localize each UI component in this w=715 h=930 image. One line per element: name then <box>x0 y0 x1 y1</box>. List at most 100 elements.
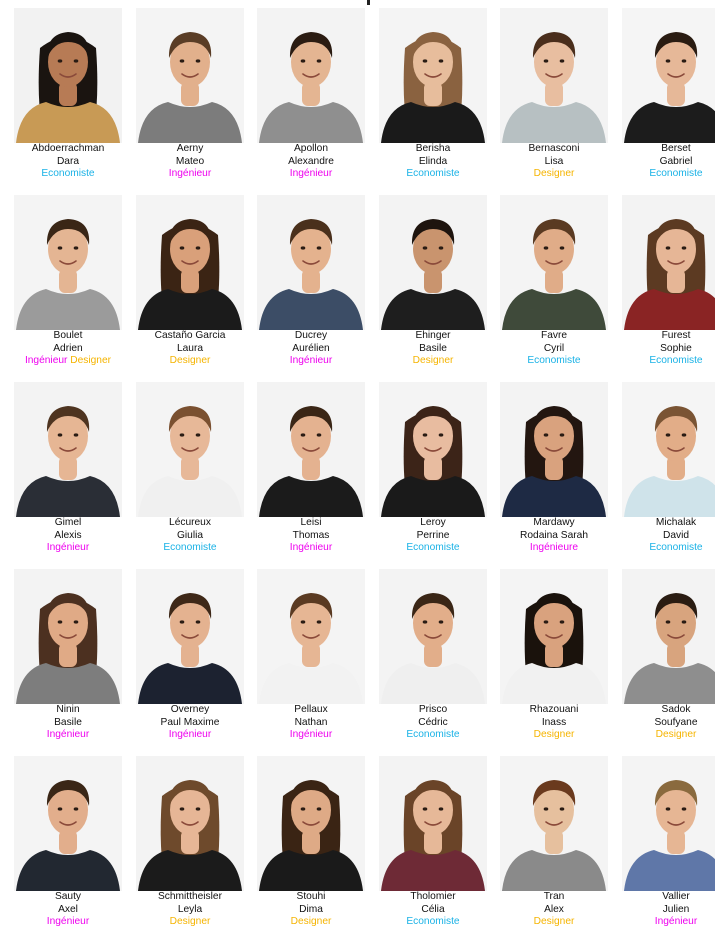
person-caption: Lécureux Giulia Economiste <box>128 517 252 555</box>
person-first-name: Basile <box>54 716 82 728</box>
role-label: Ingénieur <box>289 729 333 741</box>
person-photo <box>257 756 365 891</box>
person-roles: Ingénieur <box>6 542 130 555</box>
person-last-name: Gimel <box>54 517 82 528</box>
role-label: Ingénieur <box>46 916 90 928</box>
person-photo <box>500 756 608 891</box>
role-label: Ingénieur <box>289 542 333 554</box>
person-caption: Pellaux Nathan Ingénieur <box>249 704 373 742</box>
person-photo <box>379 195 487 330</box>
portrait-illustration <box>136 8 244 143</box>
role-label: Economiste <box>649 168 703 180</box>
role-label: Economiste <box>406 916 460 928</box>
role-label: Ingénieur <box>168 168 212 180</box>
role-label: Ingénieur <box>168 729 212 741</box>
person-roles: Ingénieur <box>128 729 252 742</box>
person-last-name: Boulet <box>53 330 83 341</box>
person-photo <box>500 569 608 704</box>
role-label: Economiste <box>163 542 217 554</box>
person-first-name: Alexandre <box>288 155 334 167</box>
role-label: Designer <box>169 916 211 928</box>
person-first-name: Rodaina Sarah <box>520 529 588 541</box>
person-caption: Castaño Garcia Laura Designer <box>128 330 252 368</box>
person-caption: Vallier Julien Ingénieur <box>614 891 715 929</box>
role-label: Designer <box>70 355 112 367</box>
portrait-illustration <box>622 382 715 517</box>
role-label: Ingénieur <box>289 355 333 367</box>
person-first-name: Célia <box>421 903 445 915</box>
role-label: Designer <box>533 916 575 928</box>
person-caption: Stouhi Dima Designer <box>249 891 373 929</box>
person-roles: Designer <box>492 729 616 742</box>
person-last-name: Apollon <box>294 143 328 154</box>
person-first-name: Gabriel <box>659 155 693 167</box>
person-photo <box>622 382 715 517</box>
person-photo <box>136 195 244 330</box>
person-photo <box>379 8 487 143</box>
person-caption: Gimel Alexis Ingénieur <box>6 517 130 555</box>
person-first-name: Julien <box>662 903 690 915</box>
person-roles: Designer <box>614 729 715 742</box>
person-photo <box>14 382 122 517</box>
person-last-name: Ehinger <box>415 330 451 341</box>
person-caption: Leisi Thomas Ingénieur <box>249 517 373 555</box>
role-label: Economiste <box>649 542 703 554</box>
person-photo <box>500 8 608 143</box>
person-photo <box>14 195 122 330</box>
person-roles: Ingénieur <box>614 916 715 929</box>
person-roles: Ingénieur <box>6 729 130 742</box>
person-roles: Ingénieur <box>249 168 373 181</box>
person-roles: Economiste <box>128 542 252 555</box>
portrait-illustration <box>257 382 365 517</box>
person-first-name: Aurélien <box>292 342 330 354</box>
portrait-illustration <box>257 756 365 891</box>
role-label: Economiste <box>406 729 460 741</box>
person-last-name: Aerny <box>176 143 204 154</box>
portrait-illustration <box>379 756 487 891</box>
person-caption: Rhazouani Inass Designer <box>492 704 616 742</box>
person-caption: Aerny Mateo Ingénieur <box>128 143 252 181</box>
person-last-name: Sadok <box>661 704 691 715</box>
person-last-name: Berisha <box>415 143 451 154</box>
person-last-name: Ducrey <box>294 330 328 341</box>
person-last-name: Schmittheisler <box>158 891 222 902</box>
person-last-name: Favre <box>540 330 568 341</box>
portrait-illustration <box>136 569 244 704</box>
person-roles: Economiste <box>614 355 715 368</box>
person-first-name: Axel <box>58 903 78 915</box>
person-first-name: Mateo <box>175 155 205 167</box>
portrait-illustration <box>14 382 122 517</box>
role-label: Ingénieur <box>289 168 333 180</box>
person-last-name: Sauty <box>54 891 82 902</box>
role-label: Designer <box>533 168 575 180</box>
person-caption: Overney Paul Maxime Ingénieur <box>128 704 252 742</box>
portrait-illustration <box>500 569 608 704</box>
person-caption: Apollon Alexandre Ingénieur <box>249 143 373 181</box>
role-label: Economiste <box>406 168 460 180</box>
person-photo <box>622 569 715 704</box>
person-last-name: Leisi <box>300 517 322 528</box>
person-caption: Leroy Perrine Economiste <box>371 517 495 555</box>
person-first-name: Cédric <box>418 716 448 728</box>
person-roles: Economiste <box>371 729 495 742</box>
person-roles: Ingénieur <box>249 355 373 368</box>
role-label: Economiste <box>406 542 460 554</box>
person-last-name: Abdoerrachman <box>31 143 105 154</box>
person-caption: Berset Gabriel Economiste <box>614 143 715 181</box>
person-roles: Economiste <box>614 168 715 181</box>
portrait-illustration <box>136 382 244 517</box>
person-caption: Abdoerrachman Dara Economiste <box>6 143 130 181</box>
person-first-name: Dara <box>56 155 80 167</box>
portrait-illustration <box>14 195 122 330</box>
person-photo <box>257 195 365 330</box>
person-roles: Ingénieur <box>249 542 373 555</box>
person-first-name: Basile <box>419 342 447 354</box>
portrait-illustration <box>14 756 122 891</box>
portrait-illustration <box>500 195 608 330</box>
portrait-illustration <box>379 8 487 143</box>
person-caption: Ducrey Aurélien Ingénieur <box>249 330 373 368</box>
person-photo <box>14 569 122 704</box>
person-roles: Designer <box>492 916 616 929</box>
person-last-name: Rhazouani <box>529 704 579 715</box>
person-last-name: Vallier <box>662 891 690 902</box>
